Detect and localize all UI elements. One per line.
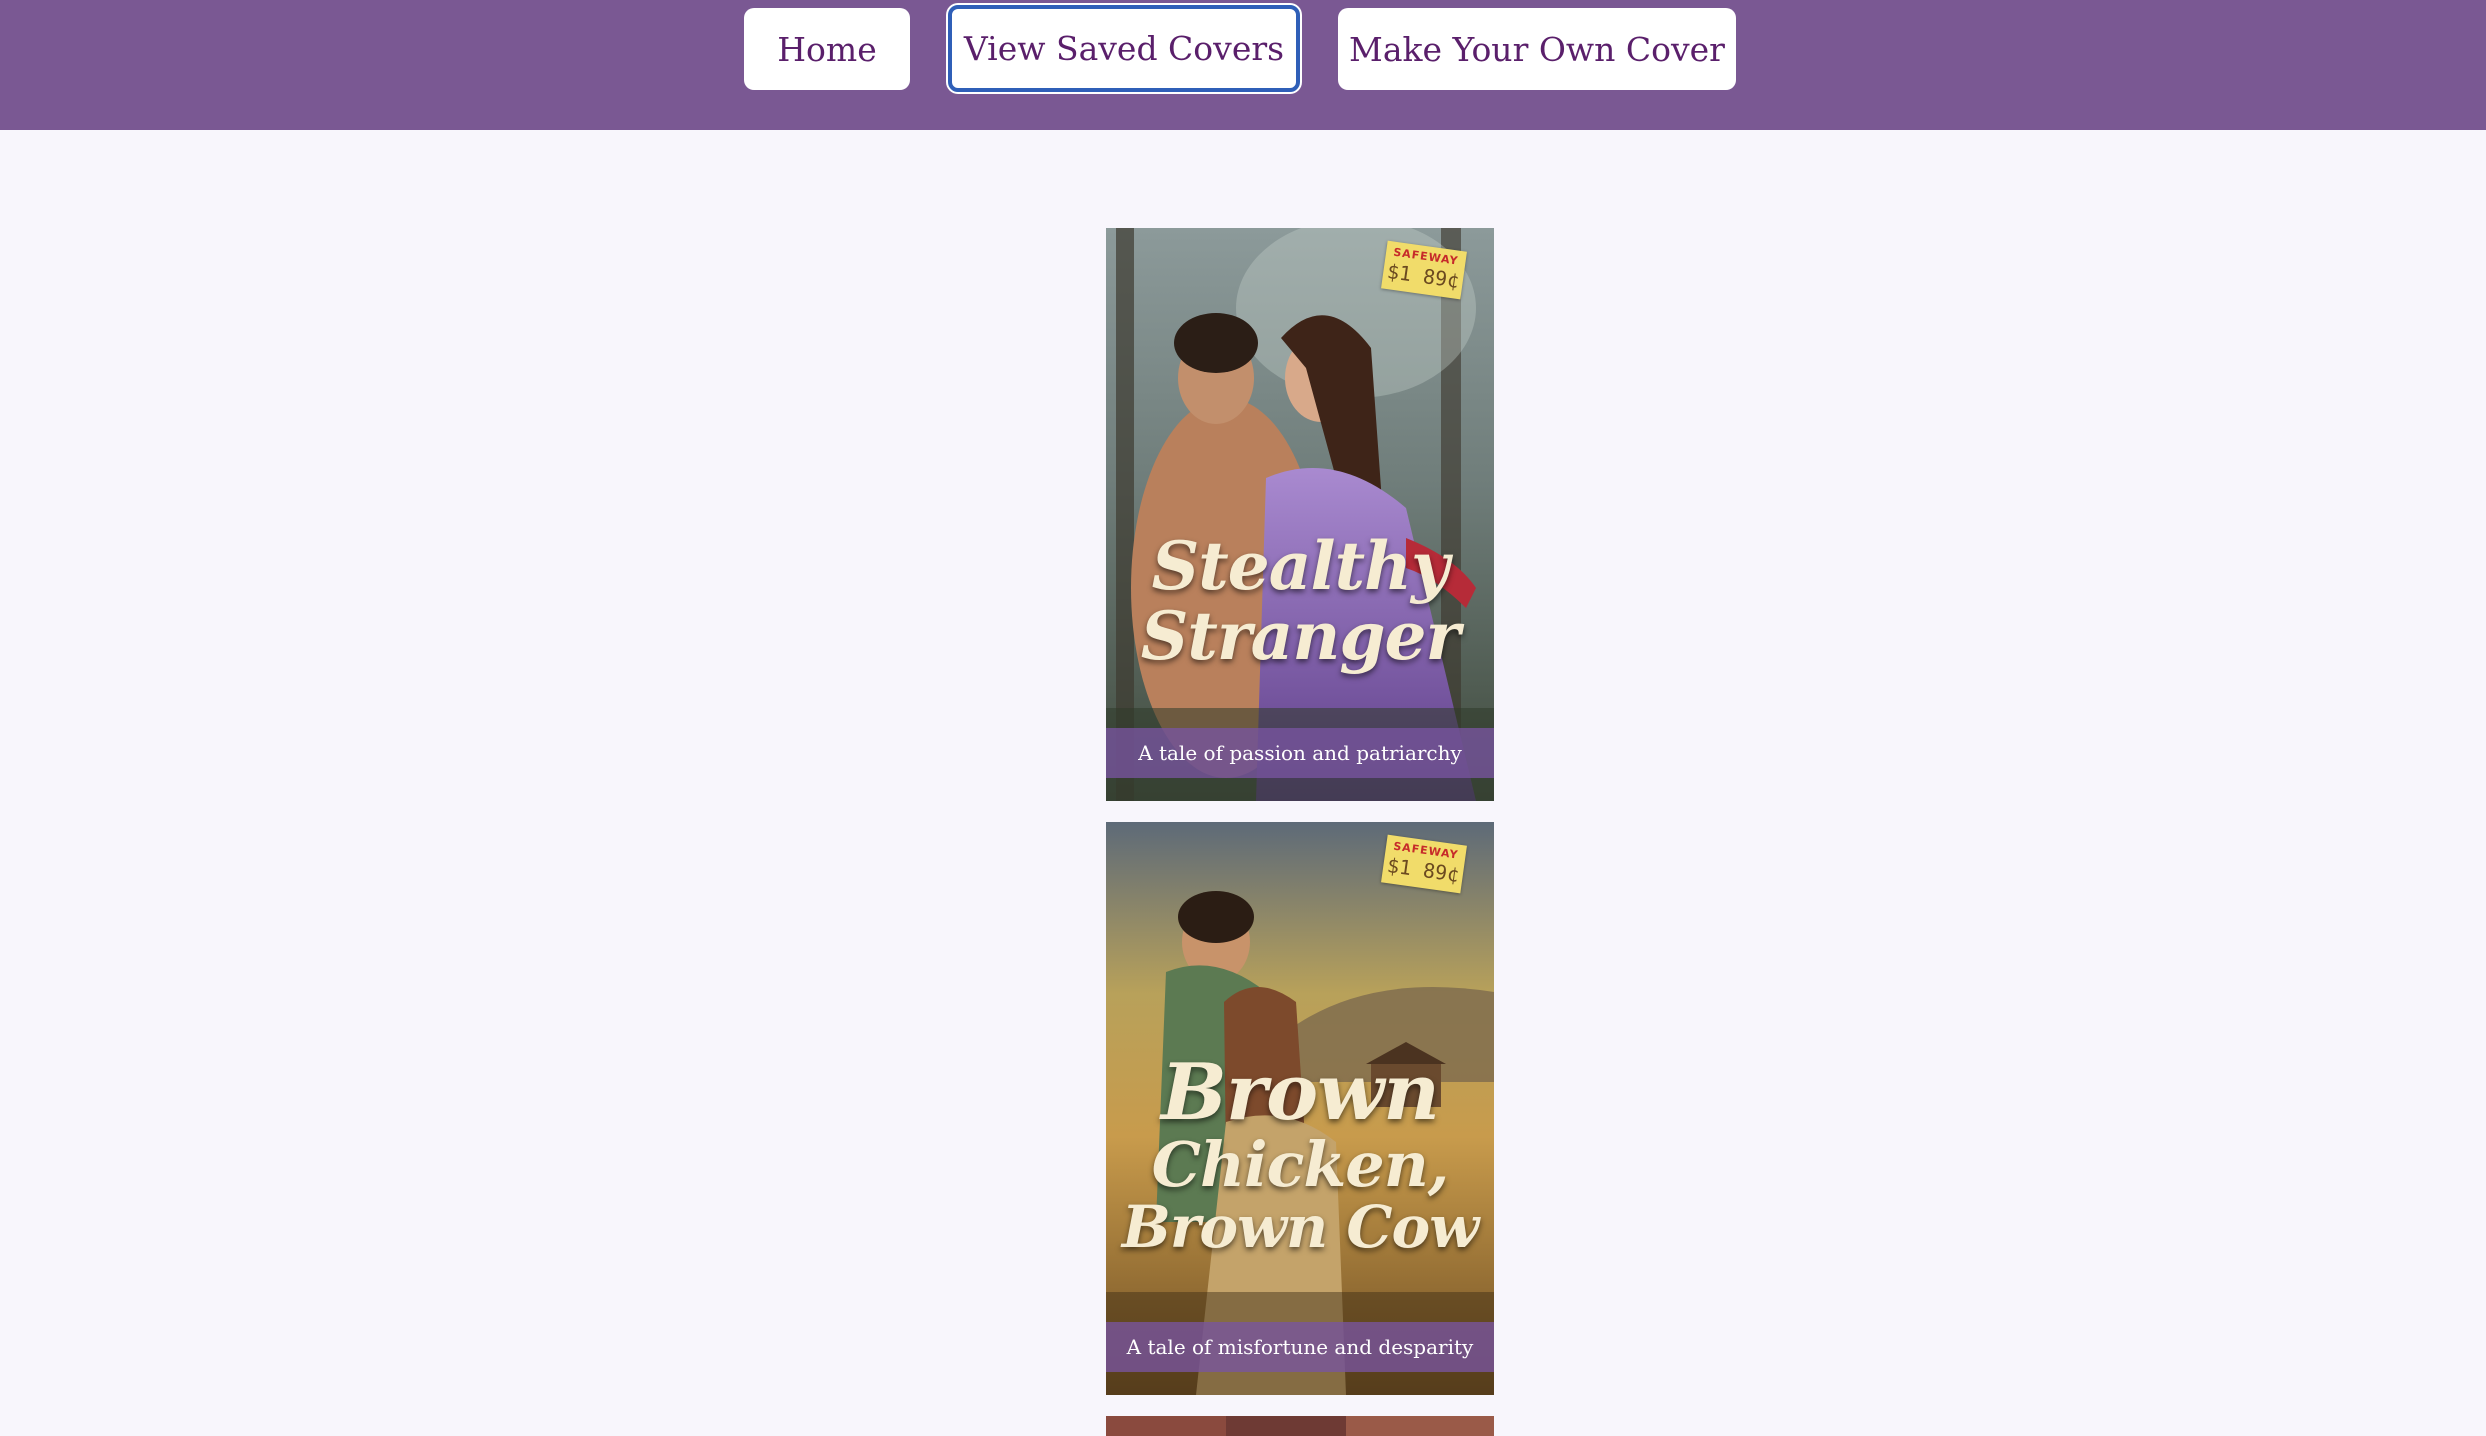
cover-tagline-bar: A tale of misfortune and desparity [1106, 1322, 1494, 1372]
view-saved-covers-button[interactable]: View Saved Covers [948, 5, 1300, 92]
saved-cover[interactable]: SAFEWAY $1 89¢ Stealthy Stranger A tale … [1106, 228, 1494, 801]
cover-tagline: A tale of passion and patriarchy [1138, 741, 1462, 765]
cover-title-line: Stealthy [1151, 527, 1450, 605]
cover-title: Brown Chicken, Brown Cow [1106, 1047, 1494, 1261]
cover-title-line: Brown [1161, 1047, 1440, 1138]
cover-tagline-bar: A tale of passion and patriarchy [1106, 728, 1494, 778]
cover-title-line: Stranger [1140, 597, 1461, 675]
cover-title: Stealthy Stranger [1106, 533, 1494, 669]
top-nav-bar: Home View Saved Covers Make Your Own Cov… [0, 0, 2486, 130]
cover-illustration [1106, 228, 1494, 801]
cover-illustration [1106, 1416, 1494, 1436]
saved-cover[interactable]: SAFEWAY $1 89¢ Brown Chicken, Brown Cow … [1106, 822, 1494, 1395]
home-button[interactable]: Home [744, 8, 910, 90]
cover-title-line: Brown Cow [1121, 1193, 1479, 1261]
cover-title-line: Chicken, [1151, 1128, 1450, 1201]
saved-cover[interactable] [1106, 1416, 1494, 1436]
saved-covers-section: SAFEWAY $1 89¢ Stealthy Stranger A tale … [0, 130, 2486, 1436]
make-your-own-cover-button[interactable]: Make Your Own Cover [1338, 8, 1736, 90]
cover-tagline: A tale of misfortune and desparity [1126, 1335, 1474, 1359]
